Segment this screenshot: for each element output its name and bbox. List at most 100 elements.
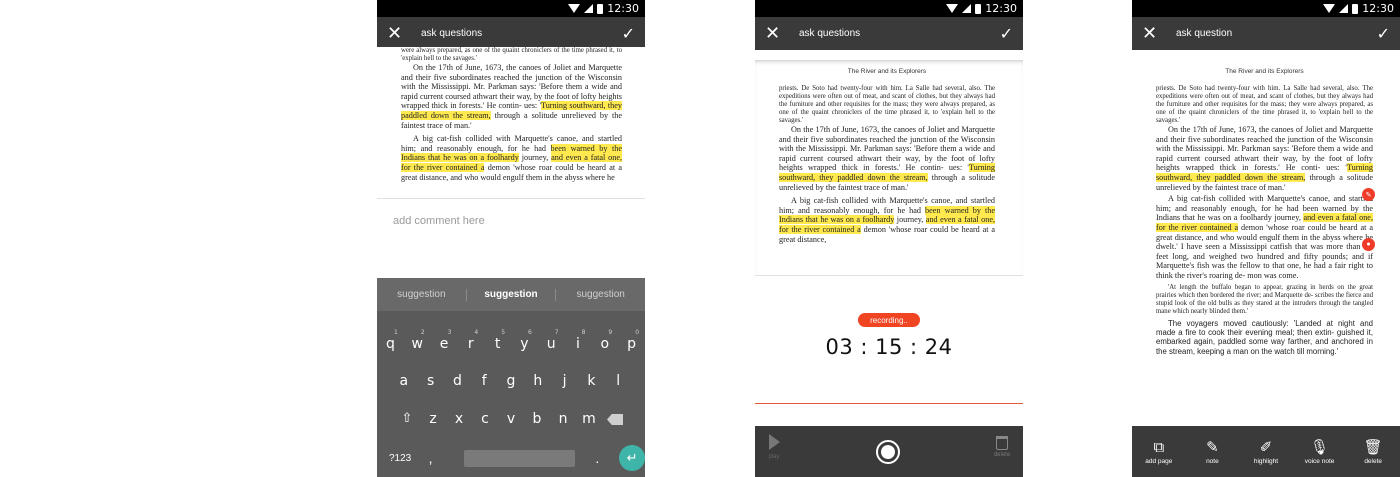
trash-icon: 🗑 bbox=[1363, 438, 1383, 456]
check-icon[interactable]: ✓ bbox=[1000, 24, 1013, 43]
document-page: The River and its Explorers priests. De … bbox=[755, 60, 1023, 276]
key[interactable]: c bbox=[472, 411, 498, 427]
tool-label: note bbox=[1206, 458, 1219, 465]
doc-paragraph: On the 17th of June, 1673, the canoes of… bbox=[779, 125, 995, 192]
status-time: 12:30 bbox=[985, 2, 1017, 15]
doc-paragraph: A big cat-fish collided with Marquette's… bbox=[779, 196, 996, 244]
key[interactable]: 9o bbox=[591, 329, 618, 352]
key[interactable]: 8i bbox=[565, 329, 592, 352]
key[interactable]: s bbox=[417, 373, 444, 389]
app-bar: ✕ ask questions ✓ bbox=[755, 17, 1023, 50]
key[interactable]: 2w bbox=[404, 329, 431, 352]
signal-icon bbox=[584, 4, 594, 13]
key[interactable]: 1q bbox=[377, 329, 404, 352]
key[interactable]: 4r bbox=[457, 329, 484, 352]
key[interactable]: d bbox=[444, 373, 471, 389]
divider bbox=[755, 403, 1023, 404]
tool-label: highlight bbox=[1253, 458, 1279, 465]
key[interactable]: h bbox=[524, 373, 551, 389]
suggestion-item[interactable]: suggestion bbox=[467, 289, 556, 300]
suggestion-item[interactable]: suggestion bbox=[556, 289, 645, 300]
check-icon[interactable]: ✓ bbox=[622, 24, 635, 43]
close-icon[interactable]: ✕ bbox=[765, 23, 789, 44]
suggestion-bar: suggestion suggestion suggestion bbox=[377, 278, 645, 311]
key[interactable]: k bbox=[578, 373, 605, 389]
highlight-button[interactable]: ✐ highlight bbox=[1242, 438, 1290, 465]
delete-button[interactable]: delete bbox=[991, 436, 1013, 458]
backspace-key-icon[interactable] bbox=[607, 414, 623, 425]
add-page-button[interactable]: ⧉ add page bbox=[1135, 438, 1183, 465]
doc-paragraph: A big cat-fish collided with Marquette's… bbox=[401, 134, 623, 182]
record-button[interactable] bbox=[876, 440, 900, 464]
doc-note: 'At length the buffalo began to appear, … bbox=[1156, 283, 1373, 315]
key[interactable]: 0p bbox=[618, 329, 645, 352]
key-row-1: 1q 2w 3e 4r 5t 6y 7u 8i 9o 0p bbox=[377, 329, 645, 352]
highlighter-icon: ✐ bbox=[1259, 438, 1273, 456]
battery-icon bbox=[975, 3, 982, 14]
key[interactable]: b bbox=[524, 411, 550, 427]
tool-label: add page bbox=[1145, 458, 1173, 465]
status-time: 12:30 bbox=[607, 2, 639, 15]
close-icon[interactable]: ✕ bbox=[1142, 23, 1166, 44]
play-button[interactable]: play bbox=[767, 434, 781, 460]
battery-icon bbox=[1352, 3, 1359, 14]
wifi-icon bbox=[946, 4, 959, 13]
recorder-toolbar: play delete bbox=[755, 426, 1023, 477]
voice-note-button[interactable]: 🎙 voice note bbox=[1296, 438, 1344, 465]
suggestion-item[interactable]: suggestion bbox=[377, 289, 466, 300]
note-button[interactable]: ✎ note bbox=[1188, 438, 1236, 465]
status-bar: 12:30 bbox=[1132, 0, 1400, 17]
key[interactable]: m bbox=[576, 411, 602, 427]
app-bar: ✕ ask question ✓ bbox=[1132, 17, 1400, 50]
signal-icon bbox=[1339, 4, 1349, 13]
key[interactable]: n bbox=[550, 411, 576, 427]
microphone-icon: 🎙 bbox=[1310, 438, 1330, 456]
doc-paragraph: On the 17th of June, 1673, the canoes of… bbox=[401, 63, 623, 130]
note-marker-pencil-icon[interactable]: ✎ bbox=[1362, 188, 1375, 201]
battery-icon bbox=[597, 3, 604, 14]
key[interactable]: z bbox=[420, 411, 446, 427]
doc-text: were always prepared, as one of the quai… bbox=[401, 47, 622, 62]
doc-text: priests. De Soto had twenty-four with hi… bbox=[1156, 85, 1373, 124]
key[interactable]: x bbox=[446, 411, 472, 427]
screen-voice-recording: 12:30 ✕ ask questions ✓ The River and it… bbox=[755, 0, 1023, 477]
trash-icon bbox=[996, 436, 1008, 450]
tool-label: voice note bbox=[1304, 458, 1335, 465]
app-bar-title: ask questions bbox=[799, 28, 861, 39]
comment-input[interactable]: add comment here bbox=[393, 215, 485, 227]
period-key[interactable]: . bbox=[595, 450, 615, 466]
annotation-toolbar: ⧉ add page ✎ note ✐ highlight 🎙 voice no… bbox=[1132, 426, 1400, 477]
delete-button[interactable]: 🗑 delete bbox=[1349, 438, 1397, 465]
key[interactable]: 3e bbox=[431, 329, 458, 352]
delete-label: delete bbox=[993, 452, 1011, 458]
tool-label: delete bbox=[1364, 458, 1383, 465]
comma-key[interactable]: , bbox=[429, 450, 453, 466]
symbols-key[interactable]: ?123 bbox=[389, 453, 429, 464]
key-row-bottom: ?123 , . ↵ bbox=[377, 445, 645, 471]
key[interactable]: a bbox=[390, 373, 417, 389]
doc-paragraph: On the 17th of June, 1673, the canoes of… bbox=[1156, 125, 1373, 192]
key[interactable]: g bbox=[498, 373, 525, 389]
enter-key-icon[interactable]: ↵ bbox=[619, 445, 645, 471]
key[interactable]: v bbox=[498, 411, 524, 427]
document-page: were always prepared, as one of the quai… bbox=[377, 47, 645, 199]
key-row-2: a s d f g h j k l bbox=[377, 373, 645, 389]
key[interactable]: j bbox=[551, 373, 578, 389]
voice-marker-microphone-icon[interactable]: ● bbox=[1362, 238, 1375, 251]
book-title: The River and its Explorers bbox=[847, 68, 927, 75]
key[interactable]: l bbox=[605, 373, 632, 389]
key[interactable]: 7u bbox=[538, 329, 565, 352]
app-bar-title: ask question bbox=[1176, 28, 1233, 39]
key[interactable]: 6y bbox=[511, 329, 538, 352]
play-icon bbox=[768, 434, 780, 450]
document-page: The River and its Explorers priests. De … bbox=[1132, 60, 1400, 426]
screen-comment-keyboard: 12:30 ✕ ask questions ✓ were always prep… bbox=[377, 0, 645, 477]
app-bar-title: ask questions bbox=[421, 28, 483, 39]
soft-keyboard: suggestion suggestion suggestion 1q 2w 3… bbox=[377, 278, 645, 477]
key[interactable]: f bbox=[471, 373, 498, 389]
shift-key-icon[interactable]: ⇧ bbox=[394, 411, 420, 427]
check-icon[interactable]: ✓ bbox=[1377, 24, 1390, 43]
space-key[interactable] bbox=[464, 449, 576, 467]
key[interactable]: 5t bbox=[484, 329, 511, 352]
close-icon[interactable]: ✕ bbox=[387, 23, 411, 44]
